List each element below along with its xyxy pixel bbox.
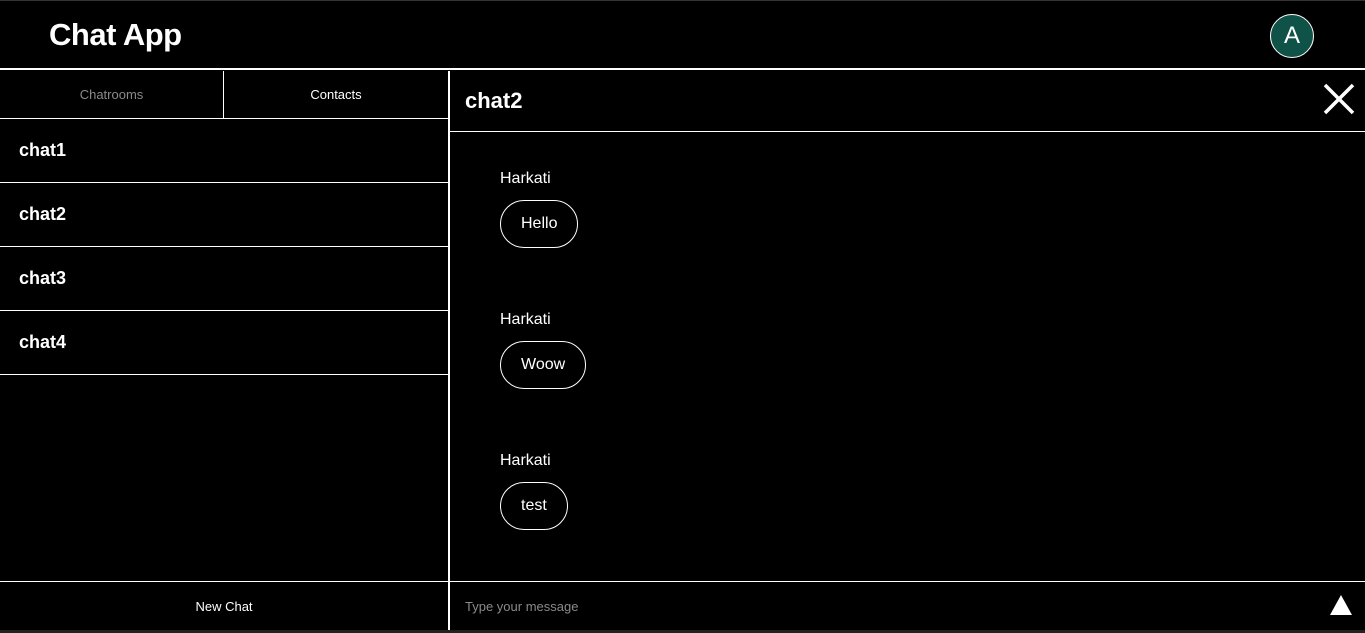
message-bubble: Hello: [500, 200, 579, 248]
sidebar-tabs: Chatrooms Contacts: [0, 71, 448, 119]
message-sender: Harkati: [500, 311, 551, 328]
message-item: Harkati test: [500, 452, 568, 530]
message-sender: Harkati: [500, 170, 551, 187]
message-input[interactable]: [465, 592, 1305, 620]
user-avatar[interactable]: A: [1270, 14, 1314, 58]
message-item: Harkati Hello: [500, 170, 579, 248]
chatroom-item-chat1[interactable]: chat1: [0, 119, 448, 183]
close-icon[interactable]: [1322, 82, 1356, 116]
message-sender: Harkati: [500, 452, 551, 469]
tab-chatrooms[interactable]: Chatrooms: [0, 71, 224, 118]
chatroom-item-chat2[interactable]: chat2: [0, 183, 448, 247]
tab-contacts[interactable]: Contacts: [224, 71, 448, 118]
top-bar: Chat App A: [0, 0, 1365, 70]
message-item: Harkati Woow: [500, 311, 587, 389]
chatroom-list: chat1 chat2 chat3 chat4: [0, 119, 448, 375]
message-composer: [450, 581, 1365, 630]
chat-panel: chat2 Harkati Hello Harkati Woow Harkati…: [450, 71, 1365, 630]
chatroom-item-chat3[interactable]: chat3: [0, 247, 448, 311]
chatroom-item-chat4[interactable]: chat4: [0, 311, 448, 375]
message-bubble: test: [500, 482, 568, 530]
new-chat-button[interactable]: New Chat: [0, 581, 448, 630]
message-bubble: Woow: [500, 341, 587, 389]
chat-header: chat2: [450, 71, 1365, 132]
message-list: Harkati Hello Harkati Woow Harkati test: [450, 132, 1365, 582]
app-title: Chat App: [49, 17, 182, 52]
sidebar: Chatrooms Contacts chat1 chat2 chat3 cha…: [0, 71, 450, 630]
send-icon[interactable]: [1329, 594, 1353, 616]
chat-title: chat2: [465, 88, 523, 113]
